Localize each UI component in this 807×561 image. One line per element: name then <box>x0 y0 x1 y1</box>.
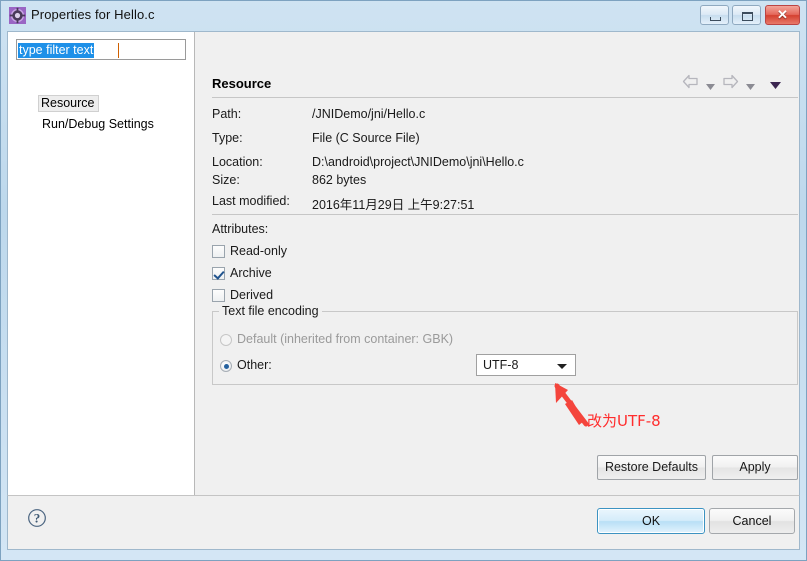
text-caret <box>118 43 119 58</box>
sidebar-item-resource[interactable]: Resource <box>38 95 99 112</box>
radio-icon <box>220 334 232 346</box>
close-icon: ✕ <box>777 7 788 22</box>
window-title: Properties for Hello.c <box>31 7 155 22</box>
page-nav-toolbar <box>682 72 794 92</box>
help-icon[interactable]: ? <box>27 508 47 528</box>
restore-defaults-button[interactable]: Restore Defaults <box>597 455 706 480</box>
sidebar-item-run-debug-settings[interactable]: Run/Debug Settings <box>39 116 158 133</box>
back-arrow-icon[interactable] <box>682 74 699 92</box>
sidebar-item-label: Resource <box>41 96 95 110</box>
title-bar: Properties for Hello.c ✕ <box>1 1 806 31</box>
radio-selected-icon <box>220 360 232 372</box>
info-label: Type: <box>212 131 243 145</box>
resource-page-inner: Resource Path: /JNIDemo/jni/Hello.c Type… <box>204 32 799 496</box>
back-history-chevron-down-icon[interactable] <box>706 79 715 93</box>
info-value: 862 bytes <box>312 173 367 187</box>
radio-label: Default (inherited from container: GBK) <box>237 332 454 346</box>
encoding-select-value: UTF-8 <box>483 358 519 372</box>
attributes-label: Attributes: <box>212 222 269 236</box>
eclipse-gear-icon <box>9 7 26 24</box>
filter-input-value: type filter text <box>18 43 95 58</box>
svg-text:?: ? <box>34 511 41 526</box>
minimize-icon <box>710 17 721 21</box>
info-value: /JNIDemo/jni/Hello.c <box>312 107 426 121</box>
page-title: Resource <box>212 76 272 91</box>
checkbox-icon <box>212 245 225 258</box>
checkbox-label: Read-only <box>230 244 287 258</box>
info-label: Path: <box>212 107 242 121</box>
checkbox-label: Derived <box>230 288 274 302</box>
cancel-button[interactable]: Cancel <box>709 508 795 534</box>
maximize-icon <box>742 12 753 21</box>
header-divider <box>212 97 798 98</box>
info-label: Size: <box>212 173 240 187</box>
text-file-encoding-legend: Text file encoding <box>219 304 322 318</box>
close-button[interactable]: ✕ <box>765 5 800 25</box>
annotation-text: 改为UTF-8 <box>587 412 661 430</box>
forward-history-chevron-down-icon[interactable] <box>746 79 755 93</box>
maximize-button[interactable] <box>732 5 761 25</box>
info-value: File (C Source File) <box>312 131 420 145</box>
filter-input[interactable]: type filter text <box>16 39 186 60</box>
chevron-down-icon <box>557 364 567 369</box>
info-label: Last modified: <box>212 194 290 208</box>
settings-tree-panel: type filter text Resource Run/Debug Sett… <box>8 32 195 496</box>
checkbox-checked-icon <box>212 267 225 280</box>
view-menu-chevron-down-icon[interactable] <box>770 78 781 92</box>
sidebar-item-label: Run/Debug Settings <box>42 117 154 131</box>
encoding-select[interactable]: UTF-8 <box>476 354 576 376</box>
resource-page: Resource Path: /JNIDemo/jni/Hello.c Type… <box>196 32 799 496</box>
checkbox-icon <box>212 289 225 302</box>
info-value: D:\android\project\JNIDemo\jni\Hello.c <box>312 155 524 169</box>
info-value: 2016年11月29日 上午9:27:51 <box>312 198 475 212</box>
radio-label: Other: <box>237 358 272 372</box>
dialog-client-area: type filter text Resource Run/Debug Sett… <box>7 31 800 526</box>
forward-arrow-icon[interactable] <box>722 74 739 92</box>
minimize-button[interactable] <box>700 5 729 25</box>
info-label: Location: <box>212 155 263 169</box>
checkbox-label: Archive <box>230 266 272 280</box>
info-divider <box>212 214 798 215</box>
dialog-footer: ? OK Cancel <box>7 495 800 550</box>
ok-button[interactable]: OK <box>597 508 705 534</box>
properties-dialog-window: Properties for Hello.c ✕ type filter tex… <box>0 0 807 561</box>
apply-button[interactable]: Apply <box>712 455 798 480</box>
